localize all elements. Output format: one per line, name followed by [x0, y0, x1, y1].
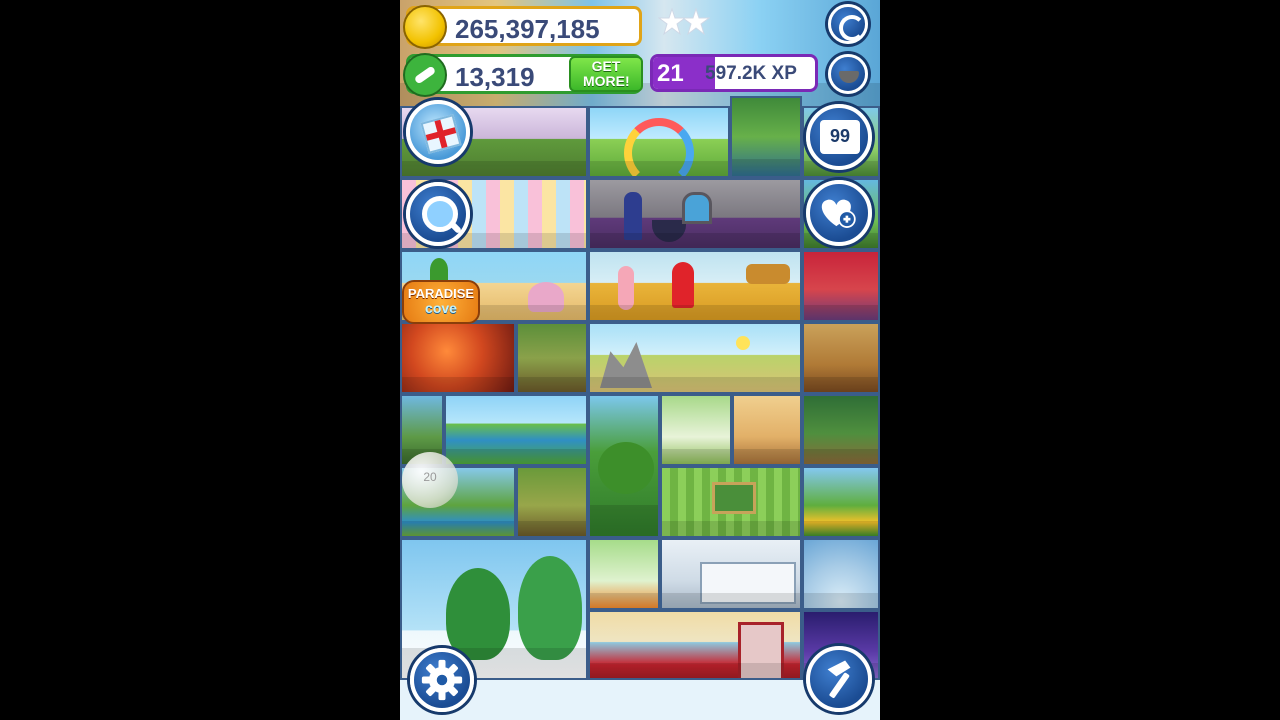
bamboo-window	[712, 482, 756, 514]
gift-button[interactable]	[406, 100, 470, 164]
rainbow-decoration	[624, 118, 694, 176]
seashell-decoration	[528, 282, 564, 312]
build-button[interactable]	[806, 646, 872, 712]
room-jungle-ruins[interactable]	[516, 322, 588, 394]
food-bowl-icon	[839, 71, 859, 83]
room-igloo[interactable]	[802, 538, 880, 610]
room-savanna[interactable]	[588, 322, 802, 394]
room-lake[interactable]	[444, 394, 588, 466]
christmas-tree-right	[518, 556, 582, 660]
level-number: 21	[657, 60, 684, 87]
get-more-button[interactable]: GET MORE!	[569, 56, 643, 92]
kitchen-chef-figure	[618, 266, 634, 310]
kitchen-jars	[746, 264, 790, 284]
bone-amount: 13,319	[455, 62, 535, 92]
gumball-machine	[672, 262, 694, 308]
christmas-tree-left	[446, 568, 510, 660]
room-rainbow-meadow[interactable]	[588, 106, 730, 178]
settings-button[interactable]	[410, 648, 474, 712]
food-bowl-button[interactable]	[828, 54, 868, 94]
paradise-cove-button[interactable]: PARADISE cove	[402, 258, 480, 324]
room-wizard-castle[interactable]	[588, 178, 802, 250]
heart-plus-button[interactable]	[806, 180, 872, 246]
g-logo-icon	[839, 15, 865, 41]
reward-bubble[interactable]: 20	[402, 452, 458, 508]
xp-amount: 597.2K XP	[705, 63, 797, 84]
castle-window	[682, 192, 712, 224]
coin-amount: 265,397,185	[455, 14, 600, 44]
room-raccoon-nursery[interactable]	[588, 538, 660, 610]
hammer-icon	[827, 660, 851, 698]
pet-book-count: 99	[829, 126, 851, 146]
room-bamboo-grove[interactable]	[660, 466, 802, 538]
room-rainforest[interactable]	[588, 394, 660, 538]
search-button[interactable]	[406, 182, 470, 246]
book-icon: 99	[820, 120, 860, 154]
star-badge[interactable]	[657, 6, 711, 40]
bone-counter: 13,319 GET MORE!	[403, 53, 643, 97]
wizard-figure	[624, 192, 642, 240]
palm-tree-icon	[430, 258, 448, 282]
room-sunny-forest[interactable]	[802, 466, 880, 538]
coin-counter: 265,397,185	[403, 5, 642, 49]
coin-icon	[403, 5, 447, 49]
room-laundry[interactable]	[660, 538, 802, 610]
shop-door	[738, 622, 784, 678]
room-monkey-temple[interactable]	[516, 466, 588, 538]
cauldron	[652, 220, 686, 242]
heart-plus-icon	[821, 199, 856, 228]
room-temple-hall[interactable]	[802, 322, 880, 394]
xp-bar: 21 597.2K XP	[650, 54, 818, 92]
room-kitchen[interactable]	[588, 250, 802, 322]
washing-machines	[700, 562, 796, 604]
room-dark-forest[interactable]	[802, 394, 880, 466]
room-lava-cave[interactable]	[400, 322, 516, 394]
room-raccoon-den[interactable]	[660, 394, 732, 466]
room-pet-shop[interactable]	[588, 610, 802, 680]
bone-icon	[403, 53, 447, 97]
room-bear-cave[interactable]	[732, 394, 802, 466]
paradise-cove-logo: PARADISE cove	[402, 280, 480, 324]
social-button[interactable]	[828, 4, 868, 44]
room-forest-waterfall[interactable]	[730, 96, 802, 178]
pet-book-button[interactable]: 99	[806, 104, 872, 170]
rock-formation	[600, 342, 652, 388]
room-tent-interior[interactable]	[802, 250, 880, 322]
game-viewport: 265,397,185 13,319 GET MORE! 21 597.2K X…	[400, 0, 880, 720]
gift-icon	[420, 114, 462, 154]
sun	[736, 336, 750, 350]
jungle-tree	[598, 442, 654, 494]
gear-icon	[421, 659, 463, 701]
